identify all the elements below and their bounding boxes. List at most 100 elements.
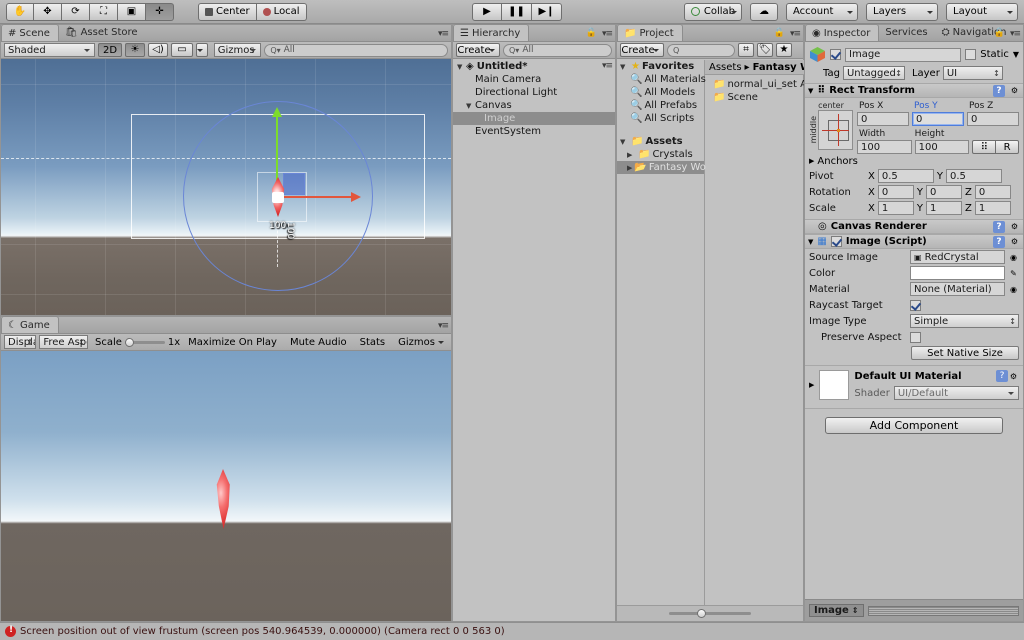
gear-icon[interactable]: ⚙	[1009, 236, 1020, 247]
preview-tab-image[interactable]: Image ⇕	[809, 604, 864, 617]
tab-project[interactable]: 📁 Project	[617, 24, 683, 41]
rect-transform-header[interactable]: ▼ ⠿ Rect Transform ? ⚙	[805, 83, 1023, 98]
chevron-down-icon[interactable]: ▼	[620, 63, 629, 71]
mute-audio-button[interactable]: Mute Audio	[285, 335, 352, 349]
lock-icon[interactable]: 🔒	[586, 28, 597, 38]
raycast-target-checkbox[interactable]	[910, 299, 921, 311]
hierarchy-item-main-camera[interactable]: Main Camera	[453, 73, 615, 86]
hierarchy-create-button[interactable]: Create	[456, 43, 500, 57]
move-tool-button[interactable]: ✥	[34, 2, 62, 21]
hierarchy-item-eventsystem[interactable]: EventSystem	[453, 125, 615, 138]
center-handle[interactable]	[272, 192, 284, 203]
project-favorite-all-prefabs[interactable]: 🔍 All Prefabs	[617, 99, 704, 112]
gear-icon[interactable]: ⚙	[1009, 221, 1020, 232]
lighting-toggle-button[interactable]: ☀	[125, 43, 145, 57]
project-assets-root[interactable]: ▼ 📁 Assets	[617, 135, 704, 148]
game-gizmos-button[interactable]: Gizmos	[393, 335, 448, 349]
hierarchy-scene-root[interactable]: ▼ ◈ Untitled* ▾≡	[453, 60, 615, 73]
rotate-tool-button[interactable]: ⟳	[62, 2, 90, 21]
rotation-y-field[interactable]: 0	[925, 185, 962, 199]
scene-viewport[interactable]: 100 100	[1, 59, 451, 315]
maximize-on-play-button[interactable]: Maximize On Play	[183, 335, 282, 349]
layers-button[interactable]: Layers	[866, 2, 938, 21]
tab-asset-store[interactable]: 🛍 Asset Store	[59, 24, 146, 41]
color-swatch-field[interactable]	[910, 266, 1005, 280]
hierarchy-item-directional-light[interactable]: Directional Light	[453, 86, 615, 99]
image-script-enabled-checkbox[interactable]	[830, 236, 842, 247]
help-icon[interactable]: ?	[993, 220, 1005, 233]
pos-x-field[interactable]: 0	[857, 112, 909, 126]
gameobject-enabled-checkbox[interactable]	[830, 49, 841, 60]
height-field[interactable]: 100	[914, 140, 970, 154]
set-native-size-button[interactable]: Set Native Size	[911, 346, 1019, 360]
gear-icon[interactable]: ⚙	[1009, 85, 1020, 96]
audio-toggle-button[interactable]: ◁)	[148, 43, 168, 57]
status-bar[interactable]: Screen position out of view frustum (scr…	[0, 622, 1024, 640]
scale-z-field[interactable]: 1	[974, 201, 1011, 215]
source-image-field[interactable]: ▣ RedCrystal	[910, 250, 1005, 264]
pos-y-field[interactable]: 0	[912, 112, 964, 126]
help-icon[interactable]: ?	[993, 235, 1005, 248]
tag-dropdown[interactable]: Untagged	[842, 66, 905, 80]
scale-slider-group[interactable]: Scale 1x	[91, 337, 180, 348]
effects-dropdown-button[interactable]	[195, 43, 208, 57]
scale-slider-knob[interactable]	[124, 337, 134, 347]
object-picker-icon[interactable]: ◉	[1008, 252, 1019, 263]
filter-by-type-button[interactable]: ⌗	[738, 43, 754, 57]
gizmos-dropdown[interactable]: Gizmos	[213, 43, 262, 57]
scene-search-input[interactable]: Q▾ All	[264, 43, 448, 57]
lock-icon[interactable]: 🔒	[774, 28, 785, 38]
aspect-dropdown[interactable]: Free Aspect	[39, 335, 88, 349]
pivot-y-field[interactable]: 0.5	[945, 169, 1002, 183]
scale-slider[interactable]	[124, 337, 165, 347]
step-button[interactable]: ▶❙	[532, 2, 562, 21]
collab-button[interactable]: Collab	[683, 2, 742, 21]
pivot-x-field[interactable]: 0.5	[877, 169, 934, 183]
rotation-z-field[interactable]: 0	[974, 185, 1011, 199]
project-file-scene[interactable]: 📁 Scene	[705, 91, 818, 104]
gear-icon[interactable]: ⚙	[1008, 371, 1019, 382]
tab-inspector[interactable]: ◉ Inspector	[805, 24, 880, 41]
project-create-button[interactable]: Create	[620, 43, 664, 57]
object-picker-icon[interactable]: ◉	[1008, 284, 1019, 295]
transform-tool-button[interactable]: ✛	[146, 2, 174, 21]
project-search-input[interactable]: Q	[667, 43, 735, 57]
account-button[interactable]: Account	[786, 2, 858, 21]
shading-mode-dropdown[interactable]: Shaded	[4, 43, 95, 57]
hierarchy-search-input[interactable]: Q▾ All	[503, 43, 612, 57]
inspector-tab-menu-icon[interactable]: ▾≡	[1010, 29, 1021, 39]
game-viewport[interactable]	[1, 351, 451, 621]
space-mode-button[interactable]: Local	[256, 2, 307, 21]
rect-tool-button[interactable]: ▣	[118, 2, 146, 21]
chevron-down-icon[interactable]: ▼	[466, 102, 475, 110]
pause-button[interactable]: ❚❚	[502, 2, 532, 21]
preserve-aspect-checkbox[interactable]	[910, 331, 921, 343]
add-component-button[interactable]: Add Component	[825, 417, 1003, 434]
project-tab-menu-icon[interactable]: ▾≡	[790, 29, 801, 39]
help-icon[interactable]: ?	[996, 370, 1008, 382]
canvas-renderer-header[interactable]: ◎ Canvas Renderer ? ⚙	[805, 219, 1023, 234]
hand-tool-button[interactable]: ✋	[6, 2, 34, 21]
tab-services[interactable]: Services	[879, 24, 935, 41]
layout-button[interactable]: Layout	[946, 2, 1018, 21]
effects-toggle-button[interactable]: ▭	[171, 43, 193, 57]
material-field[interactable]: None (Material)	[910, 282, 1005, 296]
chevron-down-icon[interactable]: ▼	[808, 238, 813, 246]
cloud-button[interactable]: ☁	[750, 2, 778, 21]
z-axis-handle[interactable]	[283, 173, 305, 195]
tab-scene[interactable]: # Scene	[1, 24, 59, 41]
tab-game[interactable]: ☾ Game	[1, 316, 59, 333]
anchors-foldout[interactable]: ▶ Anchors	[805, 154, 1023, 168]
lock-icon[interactable]: 🔒	[994, 28, 1005, 38]
2d-toggle-button[interactable]: 2D	[98, 43, 122, 57]
chevron-right-icon[interactable]: ▶	[627, 151, 636, 159]
layer-dropdown[interactable]: UI	[942, 66, 1003, 80]
filter-by-label-button[interactable]: 🏷	[757, 43, 773, 57]
width-field[interactable]: 100	[857, 140, 912, 154]
static-checkbox[interactable]	[965, 49, 977, 60]
preview-resize-grip[interactable]	[867, 605, 1019, 616]
chevron-down-icon[interactable]: ▼	[808, 87, 813, 95]
breadcrumb-assets[interactable]: Assets	[709, 62, 742, 73]
chevron-right-icon[interactable]: ▶	[627, 164, 632, 172]
project-folder-fantasy-world[interactable]: ▶ 📂 Fantasy Wo	[617, 161, 706, 174]
